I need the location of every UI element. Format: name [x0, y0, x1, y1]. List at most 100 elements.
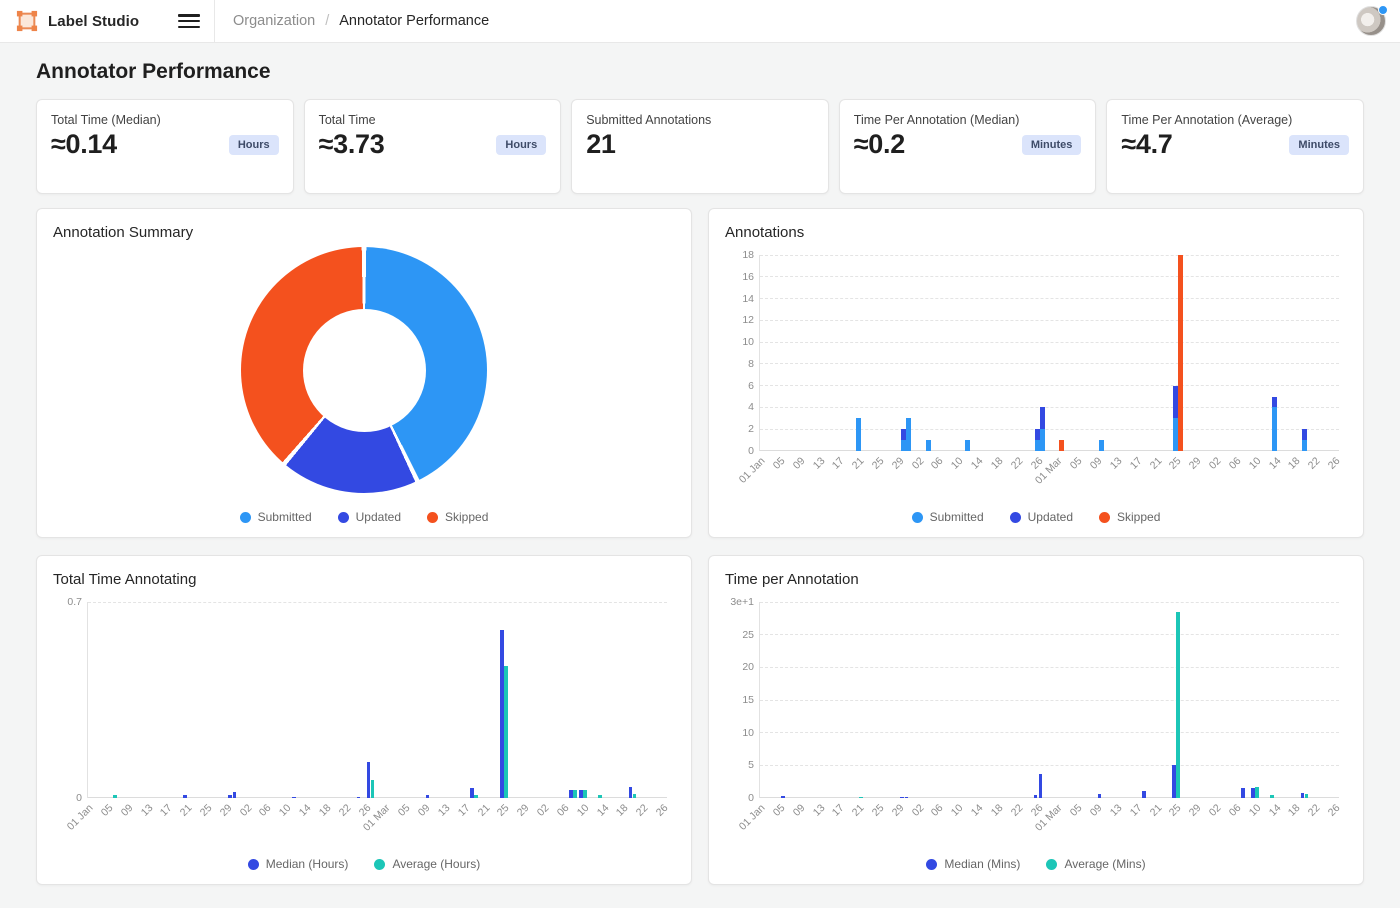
- stat-card-total-time-median: Total Time (Median) ≈0.14 Hours: [36, 99, 294, 194]
- bar-21-apr-median[interactable]: [629, 787, 633, 798]
- legend-label: Submitted: [258, 510, 312, 524]
- legend-item-skipped[interactable]: Skipped: [1099, 510, 1160, 524]
- stat-label: Time Per Annotation (Median): [854, 113, 1082, 127]
- bar-21-apr-updated[interactable]: [1302, 429, 1307, 440]
- unit-badge: Hours: [229, 135, 279, 155]
- legend-dot-icon: [1046, 859, 1057, 870]
- charts-grid: Annotation Summary SubmittedUpdatedSkipp…: [36, 208, 1364, 885]
- bar-27-feb-submitted[interactable]: [1040, 429, 1045, 451]
- annotations-plot: 024681012141618: [759, 255, 1339, 451]
- chart-area: 05101520253e+1 01 Jan0509131721252902061…: [709, 588, 1363, 850]
- annotations-chart-card: Annotations 024681012141618 01 Jan050913…: [708, 208, 1364, 538]
- y-axis-tick-label: 0: [52, 792, 82, 804]
- bar-27-feb-median[interactable]: [367, 762, 371, 798]
- legend-dot-icon: [338, 512, 349, 523]
- bar-08-apr-average[interactable]: [573, 790, 577, 798]
- stat-value: ≈0.2: [854, 129, 905, 160]
- chart-title: Time per Annotation: [709, 556, 1363, 588]
- legend-label: Median (Hours): [266, 857, 349, 871]
- y-axis-tick-label: 25: [724, 629, 754, 641]
- total-time-annotating-card: Total Time Annotating 00.7 01 Jan0509131…: [36, 555, 692, 885]
- y-axis-tick-label: 18: [724, 249, 754, 261]
- legend-item-median-mins-[interactable]: Median (Mins): [926, 857, 1020, 871]
- y-axis-tick-label: 16: [724, 271, 754, 283]
- label-studio-logo[interactable]: Label Studio: [16, 10, 139, 32]
- gridline-y-18: [760, 255, 1339, 256]
- bar-21-jan-submitted[interactable]: [856, 418, 861, 451]
- legend-item-skipped[interactable]: Skipped: [427, 510, 488, 524]
- stat-card-total-time: Total Time ≈3.73 Hours: [304, 99, 562, 194]
- bar-21-apr-submitted[interactable]: [1302, 440, 1307, 451]
- gridline-y-10: [760, 342, 1339, 343]
- gridline-y-10: [760, 732, 1339, 733]
- bar-26-mar-median[interactable]: [1172, 765, 1176, 798]
- legend-item-average-mins-[interactable]: Average (Mins): [1046, 857, 1145, 871]
- y-axis-tick-label: 15: [724, 694, 754, 706]
- brand-area: Label Studio: [0, 0, 215, 42]
- stat-label: Total Time: [319, 113, 547, 127]
- bar-15-apr-submitted[interactable]: [1272, 407, 1277, 451]
- chart-legend: Submitted Updated Skipped: [709, 510, 1363, 524]
- hamburger-menu-icon[interactable]: [178, 13, 200, 29]
- stat-label: Submitted Annotations: [586, 113, 814, 127]
- bar-27-feb-updated[interactable]: [1040, 407, 1045, 429]
- legend-item-average-hours-[interactable]: Average (Hours): [374, 857, 480, 871]
- bar-27-feb-median[interactable]: [1039, 774, 1043, 798]
- bar-15-apr-updated[interactable]: [1272, 397, 1277, 408]
- bar-27-feb-average[interactable]: [371, 780, 375, 798]
- bar-10-apr-median[interactable]: [579, 790, 583, 798]
- bar-04-feb-submitted[interactable]: [926, 440, 931, 451]
- y-axis-tick-label: 2: [724, 423, 754, 435]
- chart-legend: Median (Hours) Average (Hours): [37, 857, 691, 871]
- chart-area: 024681012141618 01 Jan050913172125290206…: [709, 241, 1363, 503]
- chart-title: Annotations: [709, 209, 1363, 241]
- legend-item-updated[interactable]: Updated: [338, 510, 401, 524]
- chart-area: 00.7 01 Jan05091317212529020610141822260…: [37, 588, 691, 850]
- y-axis-tick-label: 20: [724, 661, 754, 673]
- legend-item-updated[interactable]: Updated: [1010, 510, 1073, 524]
- bar-11-mar-submitted[interactable]: [1099, 440, 1104, 451]
- bar-03-mar-skipped[interactable]: [1059, 440, 1064, 451]
- bar-26-mar-average[interactable]: [1176, 612, 1180, 798]
- stat-value: ≈4.7: [1121, 129, 1172, 160]
- legend-dot-icon: [240, 512, 251, 523]
- bar-10-apr-average[interactable]: [583, 790, 587, 798]
- breadcrumb-organization[interactable]: Organization: [233, 13, 315, 29]
- legend-item-submitted[interactable]: Submitted: [240, 510, 312, 524]
- gridline-y-16: [760, 276, 1339, 277]
- annotation-summary-donut[interactable]: [241, 247, 487, 493]
- user-avatar[interactable]: [1356, 6, 1386, 36]
- legend-dot-icon: [912, 512, 923, 523]
- label-studio-logo-icon: [16, 10, 38, 32]
- stat-card-time-per-annotation-average: Time Per Annotation (Average) ≈4.7 Minut…: [1106, 99, 1364, 194]
- bar-31-jan-submitted[interactable]: [906, 418, 911, 451]
- gridline-y-8: [760, 363, 1339, 364]
- x-axis-labels: 01 Jan050913172125290206101418222601 Mar…: [759, 798, 1339, 850]
- chart-legend: Median (Mins) Average (Mins): [709, 857, 1363, 871]
- legend-label: Average (Hours): [392, 857, 480, 871]
- x-axis-labels: 01 Jan050913172125290206101418222601 Mar…: [87, 798, 667, 850]
- gridline-y-2: [760, 429, 1339, 430]
- y-axis-tick-label: 5: [724, 759, 754, 771]
- bar-27-mar-skipped[interactable]: [1178, 255, 1183, 451]
- bar-20-mar-median[interactable]: [470, 788, 474, 798]
- bar-12-feb-submitted[interactable]: [965, 440, 970, 451]
- bar-10-apr-average[interactable]: [1255, 787, 1259, 798]
- bar-08-apr-median[interactable]: [1241, 788, 1245, 798]
- chart-legend: Submitted Updated Skipped: [37, 510, 691, 524]
- legend-item-submitted[interactable]: Submitted: [912, 510, 984, 524]
- bar-10-apr-median[interactable]: [1251, 788, 1255, 798]
- gridline-y-20: [760, 667, 1339, 668]
- gridline-y-3e+1: [760, 602, 1339, 603]
- gridline-y-15: [760, 700, 1339, 701]
- top-bar: Label Studio Organization / Annotator Pe…: [0, 0, 1400, 43]
- y-axis-tick-label: 3e+1: [724, 596, 754, 608]
- bar-08-apr-median[interactable]: [569, 790, 573, 798]
- page-title: Annotator Performance: [36, 60, 1364, 84]
- bar-26-mar-average[interactable]: [504, 666, 508, 798]
- legend-dot-icon: [374, 859, 385, 870]
- y-axis-tick-label: 10: [724, 336, 754, 348]
- bar-26-mar-median[interactable]: [500, 630, 504, 798]
- legend-label: Updated: [356, 510, 401, 524]
- gridline-y-25: [760, 634, 1339, 635]
